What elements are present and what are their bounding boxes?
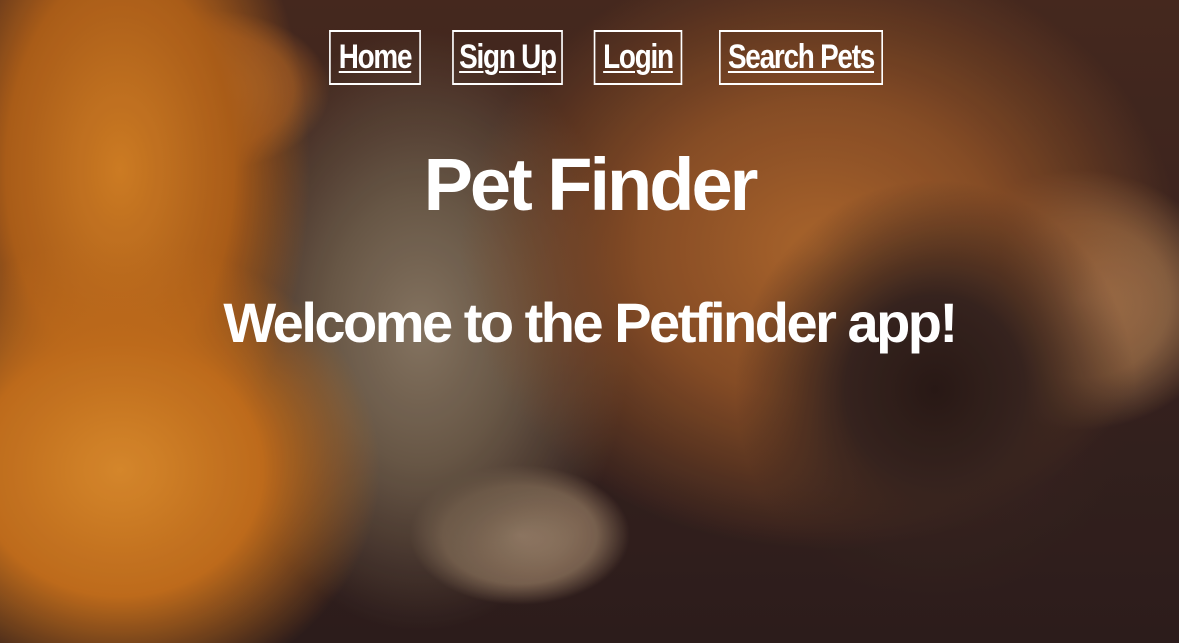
main-nav: Home Sign Up Login Search Pets xyxy=(319,30,902,85)
nav-link-login[interactable]: Login xyxy=(593,30,683,85)
nav-link-search-pets[interactable]: Search Pets xyxy=(719,30,883,85)
page-title: Pet Finder xyxy=(423,143,759,226)
nav-link-home[interactable]: Home xyxy=(329,30,421,85)
nav-link-sign-up[interactable]: Sign Up xyxy=(452,30,563,85)
welcome-heading: Welcome to the Petfinder app! xyxy=(223,291,958,354)
